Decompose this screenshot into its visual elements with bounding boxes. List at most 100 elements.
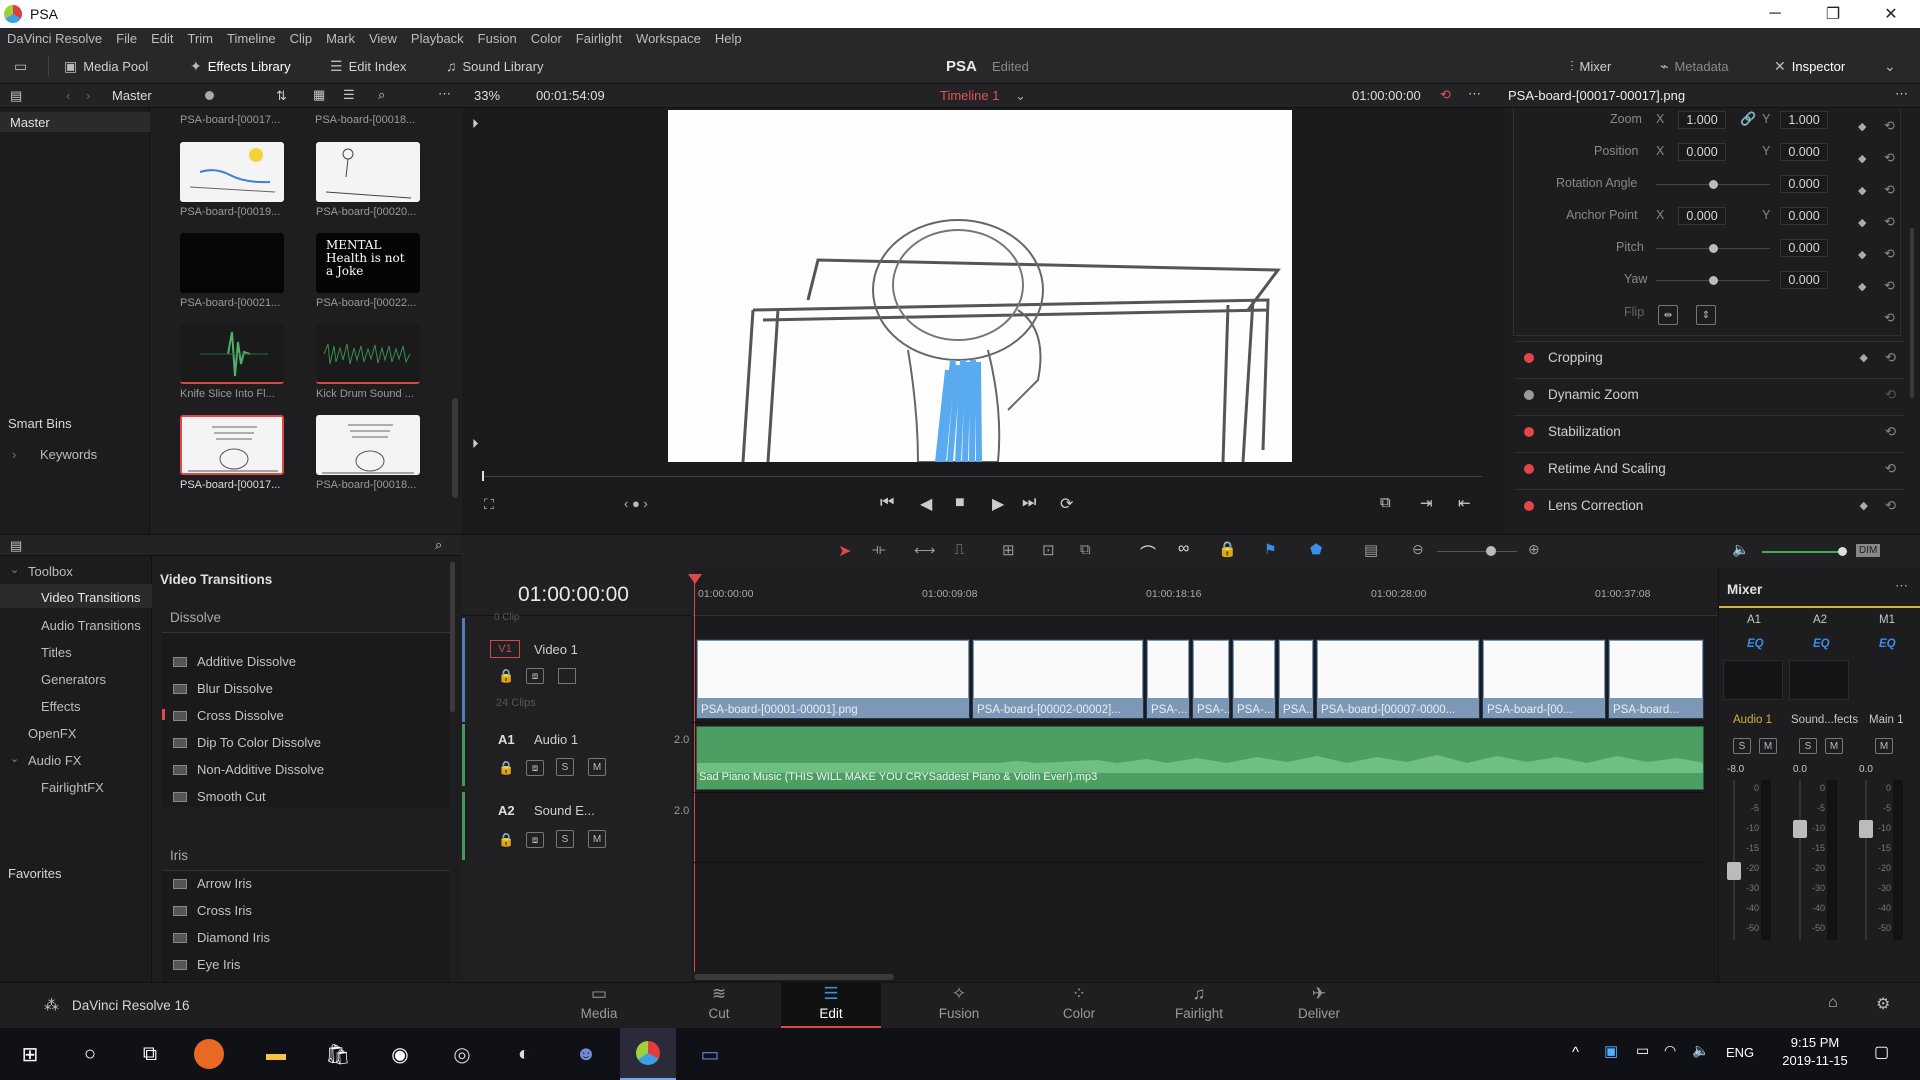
file-explorer-icon[interactable]: ▬ bbox=[258, 1036, 294, 1072]
viewer-frame[interactable] bbox=[668, 110, 1292, 463]
menu-workspace[interactable]: Workspace bbox=[629, 31, 708, 46]
fader-track[interactable] bbox=[1733, 780, 1735, 940]
zoom-in-icon[interactable]: ⊕ bbox=[1528, 541, 1540, 558]
zoom-out-icon[interactable]: ⊖ bbox=[1412, 541, 1424, 558]
flip-vertical-icon[interactable]: ⇕ bbox=[1696, 305, 1716, 325]
auto-select-icon[interactable]: ⧈ bbox=[526, 668, 544, 684]
effect-item[interactable]: Cross Dissolve bbox=[173, 708, 284, 723]
pan-display[interactable] bbox=[1789, 660, 1849, 700]
tree-audio-fx[interactable]: Audio FX bbox=[28, 753, 81, 768]
media-clip-thumbnail[interactable]: MENTAL Health is not a Joke bbox=[316, 233, 420, 293]
tree-fairlightfx[interactable]: FairlightFX bbox=[41, 780, 104, 795]
effect-item[interactable]: Cross Iris bbox=[173, 903, 252, 918]
effects-scrollbar[interactable] bbox=[450, 562, 455, 712]
section-cropping[interactable]: Cropping ◆ ⟲ bbox=[1514, 341, 1904, 373]
playhead-line[interactable] bbox=[694, 582, 695, 972]
timeline-video-clip[interactable]: PSA-... bbox=[1146, 639, 1190, 719]
effect-item[interactable]: Eye Iris bbox=[173, 957, 240, 972]
prev-edit-icon[interactable]: ⇤ bbox=[1458, 494, 1471, 512]
page-color[interactable]: ⁘ Color bbox=[1029, 984, 1129, 1021]
timeline-video-clip[interactable]: PSA-board-[00... bbox=[1482, 639, 1606, 719]
github-icon[interactable]: ◐ bbox=[506, 1036, 542, 1072]
audio-clip-thumbnail[interactable] bbox=[180, 324, 284, 384]
timeline-scrollbar[interactable] bbox=[694, 974, 894, 980]
viewer-zoom[interactable]: 33% bbox=[474, 88, 500, 103]
effect-item[interactable]: Blur Dissolve bbox=[173, 681, 273, 696]
tree-openfx[interactable]: OpenFX bbox=[28, 726, 76, 741]
page-fusion[interactable]: ✧ Fusion bbox=[909, 984, 1009, 1021]
skip-to-start-icon[interactable]: ⏮ bbox=[880, 494, 894, 512]
position-y-field[interactable]: 0.000 bbox=[1780, 143, 1828, 161]
auto-select-icon[interactable]: ⧈ bbox=[526, 832, 544, 848]
search-icon[interactable]: ○ bbox=[72, 1036, 108, 1072]
inspector-scrollbar[interactable] bbox=[1910, 228, 1914, 398]
tree-generators[interactable]: Generators bbox=[41, 672, 106, 687]
chevron-right-icon[interactable]: › bbox=[12, 447, 16, 462]
timeline-zoom-slider[interactable] bbox=[1437, 551, 1517, 552]
discord-icon[interactable]: ☻ bbox=[568, 1036, 604, 1072]
mixer-mute-button[interactable]: M bbox=[1875, 738, 1893, 754]
expand-toggle-button[interactable]: ⌄ bbox=[1884, 54, 1896, 78]
mixer-mute-button[interactable]: M bbox=[1825, 738, 1843, 754]
page-media[interactable]: ▭ Media bbox=[549, 984, 649, 1021]
page-edit[interactable]: ☰ Edit bbox=[781, 982, 881, 1028]
media-pool-scrollbar[interactable] bbox=[452, 398, 458, 498]
timeline-name[interactable]: Timeline 1 bbox=[940, 88, 999, 103]
tree-audio-transitions[interactable]: Audio Transitions bbox=[41, 618, 141, 633]
a1-solo-button[interactable]: S bbox=[556, 758, 574, 776]
play-to-start-icon[interactable]: ⏵ bbox=[472, 116, 479, 132]
menu-fusion[interactable]: Fusion bbox=[471, 31, 524, 46]
flip-horizontal-icon[interactable]: ⇹ bbox=[1658, 305, 1678, 325]
close-button[interactable]: ✕ bbox=[1862, 0, 1920, 28]
yaw-field[interactable]: 0.000 bbox=[1780, 271, 1828, 289]
mixer-mute-button[interactable]: M bbox=[1759, 738, 1777, 754]
position-lock-icon[interactable]: 🔒 bbox=[1218, 540, 1237, 558]
menu-color[interactable]: Color bbox=[524, 31, 569, 46]
tree-effects[interactable]: Effects bbox=[41, 699, 81, 714]
viewer-playhead[interactable] bbox=[482, 471, 484, 481]
media-clip-thumbnail[interactable] bbox=[316, 142, 420, 202]
dim-button[interactable]: DIM bbox=[1856, 544, 1881, 557]
a1-track-id[interactable]: A1 bbox=[498, 732, 515, 747]
more-options-icon[interactable]: ⋯ bbox=[438, 86, 451, 102]
tree-video-transitions[interactable]: Video Transitions bbox=[0, 584, 152, 608]
match-frame-icon[interactable]: ⧉ bbox=[1380, 494, 1391, 511]
trim-tool-icon[interactable]: ⟛ bbox=[872, 541, 886, 558]
menu-view[interactable]: View bbox=[362, 31, 404, 46]
replace-clip-icon[interactable]: ⧉ bbox=[1080, 541, 1091, 558]
skip-to-end-icon[interactable]: ⏭ bbox=[1022, 494, 1036, 512]
davinci-resolve-taskbar-icon[interactable] bbox=[620, 1028, 676, 1080]
workspace-toggle-button[interactable]: ▭ bbox=[14, 54, 27, 78]
master-volume-handle[interactable] bbox=[1838, 547, 1847, 556]
mixer-button[interactable]: ⫶ Mixer bbox=[1570, 54, 1611, 78]
battery-icon[interactable]: ▭ bbox=[1636, 1042, 1649, 1059]
menu-davinci[interactable]: DaVinci Resolve bbox=[0, 31, 109, 46]
more-options-icon[interactable]: ⋯ bbox=[1895, 578, 1908, 594]
volume-icon[interactable]: 🔈 bbox=[1692, 1042, 1709, 1059]
rotation-slider-handle[interactable] bbox=[1709, 180, 1718, 189]
a1-mute-button[interactable]: M bbox=[588, 758, 606, 776]
zoom-y-field[interactable]: 1.000 bbox=[1780, 111, 1828, 129]
next-edit-icon[interactable]: ⇥ bbox=[1420, 494, 1433, 512]
auto-select-icon[interactable]: ⧈ bbox=[526, 760, 544, 776]
back-icon[interactable]: ‹ bbox=[66, 88, 70, 103]
timeline-video-clip[interactable]: PSA-board-[00002-00002]... bbox=[972, 639, 1144, 719]
bin-master[interactable]: Master bbox=[0, 112, 150, 132]
grid-view-icon[interactable]: ▦ bbox=[313, 87, 325, 103]
inspector-button[interactable]: ✕ Inspector bbox=[1774, 54, 1845, 78]
effect-item[interactable]: Dip To Color Dissolve bbox=[173, 735, 321, 750]
tree-toolbox[interactable]: Toolbox bbox=[28, 564, 73, 579]
a2-mute-button[interactable]: M bbox=[588, 830, 606, 848]
timeline-video-clip[interactable]: PSA-board-[00007-0000... bbox=[1316, 639, 1480, 719]
sync-icon[interactable]: ⟲ bbox=[1440, 87, 1451, 103]
stop-icon[interactable]: ■ bbox=[955, 494, 965, 512]
effects-library-button[interactable]: ✦ Effects Library bbox=[190, 54, 291, 78]
chevron-up-icon[interactable]: ^ bbox=[1572, 1044, 1579, 1061]
enable-toggle-icon[interactable] bbox=[1524, 500, 1534, 511]
menu-trim[interactable]: Trim bbox=[181, 31, 221, 46]
timeline-audio-clip[interactable]: Sad Piano Music (THIS WILL MAKE YOU CRYS… bbox=[696, 726, 1704, 790]
fader-track[interactable] bbox=[1865, 780, 1867, 940]
minimize-button[interactable]: ─ bbox=[1746, 0, 1804, 28]
search-icon[interactable]: ⌕ bbox=[378, 87, 385, 103]
media-pool-button[interactable]: ▣ Media Pool bbox=[64, 54, 148, 78]
